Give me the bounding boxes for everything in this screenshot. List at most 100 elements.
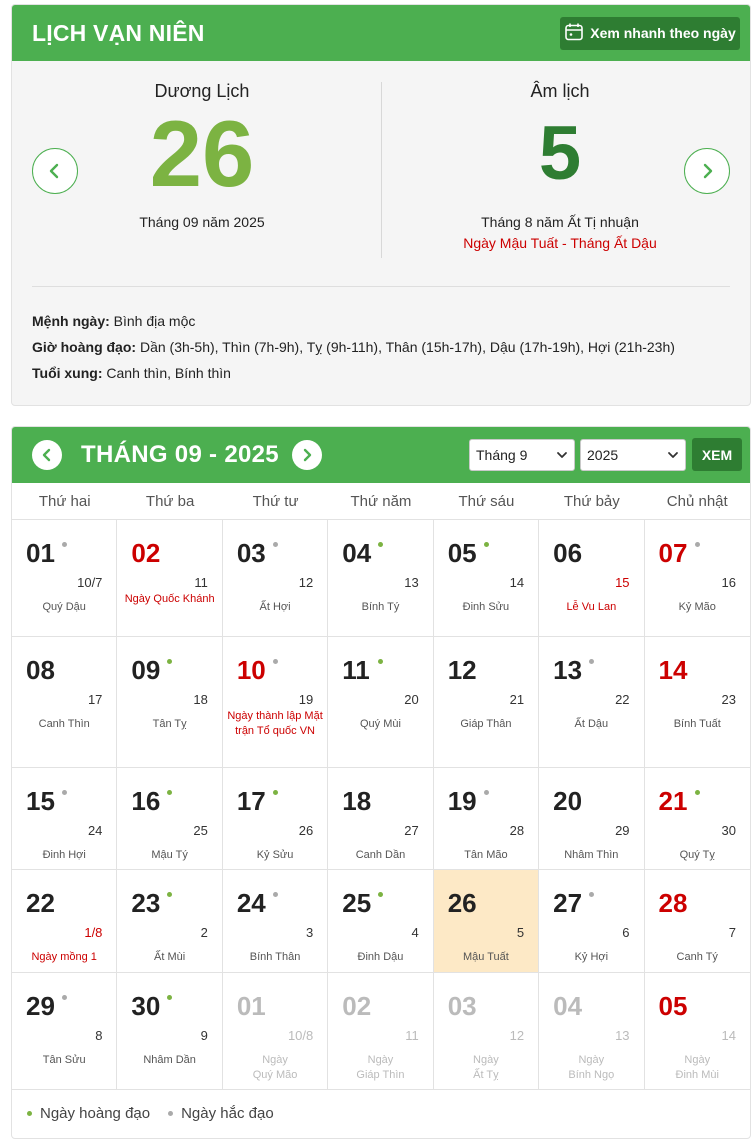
day-panel: Dương Lịch 26 Tháng 09 năm 2025 Âm lịch … [12,61,750,287]
lunar-day: 16 [721,575,736,590]
lunar-day: 15 [615,575,630,590]
calendar-day-cell[interactable]: 14 23 Bính Tuất [645,637,750,767]
menh-ngay-row: Mệnh ngày: Bình địa mộc [32,308,675,334]
good-day-dot-icon [167,892,173,897]
calendar-day-cell[interactable]: 30 9 Nhâm Dần [117,973,223,1089]
calendar-day-cell[interactable]: 12 21 Giáp Thân [434,637,540,767]
calendar-day-cell[interactable]: 18 27 Canh Dần [328,768,434,869]
legend-label: Ngày hoàng đạo [40,1104,151,1122]
solar-day: 02 [131,538,161,568]
calendar-day-cell[interactable]: 02 11 Ngày Quốc Khánh [117,520,223,636]
green-dot-icon [27,1110,32,1116]
calendar-day-cell[interactable]: 08 17 Canh Thìn [12,637,118,767]
calendar-day-cell[interactable]: 29 8 Tân Sửu [12,973,118,1089]
solar-day-number: 26 [149,101,255,206]
calendar-day-cell[interactable]: 10 19 Ngày thành lập Mặt trận Tổ quốc VN [223,637,329,767]
lunar-day: 9 [200,1028,208,1043]
calendar-day-cell[interactable]: 15 24 Đinh Hợi [12,768,118,869]
calendar-day-cell[interactable]: 01 10/7 Quý Dậu [12,520,118,636]
lunar-day: 11 [405,1028,419,1043]
next-month-button[interactable] [292,440,322,470]
previous-month-button[interactable] [32,440,62,470]
calendar-day-cell[interactable]: 22 1/8 Ngày mồng 1 [12,870,118,972]
chevron-down-icon [668,452,678,458]
calendar-day-cell[interactable]: 28 7 Canh Tý [645,870,750,972]
calendar-day-cell[interactable]: 07 16 Kỷ Mão [645,520,750,636]
lunar-day: 6 [622,925,630,940]
lunar-day: 26 [298,823,314,838]
calendar-day-cell[interactable]: 13 22 Ất Dậu [539,637,645,767]
lunar-day: 7 [728,925,736,940]
can-chi-label: Quý Mùi [359,718,401,730]
calendar-day-cell[interactable]: 01 10/8 Ngày Quý Mão [223,973,329,1089]
tuoi-xung-label: Tuổi xung: [32,365,103,381]
holiday-label: Lễ Vu Lan [566,601,617,613]
can-chi-label: Nhâm Thìn [564,849,619,861]
lunar-day: 28 [509,823,525,838]
lunar-day: 14 [509,575,525,590]
solar-day: 28 [658,888,688,918]
calendar-day-cell[interactable]: 23 2 Ất Mùi [117,870,223,972]
calendar-day-cell[interactable]: 20 29 Nhâm Thìn [539,768,645,869]
can-chi-label: Canh Thìn [38,718,90,730]
gray-dot-icon [168,1110,174,1116]
calendar-day-cell-today[interactable]: 26 5 Mậu Tuất [433,870,540,972]
calendar-day-cell[interactable]: 05 14 Đinh Sửu [434,520,540,636]
can-chi-label: Mậu Tý [151,849,188,861]
month-calendar: THÁNG 09 - 2025 Tháng 9 2025 XEM Thứ hai… [11,426,751,1139]
bad-day-dot-icon [589,659,595,664]
calendar-day-cell[interactable]: 04 13 Ngày Bính Ngọ [539,973,645,1089]
view-button[interactable]: XEM [692,438,742,471]
calendar-day-cell[interactable]: 25 4 Đinh Dậu [328,870,434,972]
weekday-label: Thứ năm [350,493,412,510]
solar-day: 05 [658,991,688,1021]
lunar-day: 13 [615,1028,630,1043]
can-chi-label: Mậu Tuất [462,951,509,963]
calendar-day-cell[interactable]: 24 3 Bính Thân [223,870,329,972]
solar-day: 19 [447,786,477,816]
lunar-day: 5 [516,925,525,940]
calendar-day-cell[interactable]: 02 11 Ngày Giáp Thìn [328,973,434,1089]
year-select-value: 2025 [587,447,619,463]
menh-ngay-label: Mệnh ngày: [32,313,110,329]
holiday-label: Ngày mồng 1 [31,951,97,963]
lunar-day-number: 5 [538,111,582,196]
lunar-day: 13 [404,575,419,590]
good-day-dot-icon [694,790,700,795]
calendar-day-cell[interactable]: 04 13 Bính Tý [328,520,434,636]
calendar-week-row: 29 8 Tân Sửu 30 9 Nhâm Dần 01 10/8 Ngày Quý Mão 0… [12,973,750,1090]
can-chi-label: Ngày Bính Ngọ [568,1054,615,1081]
calendar-day-cell[interactable]: 06 15 Lễ Vu Lan [539,520,645,636]
solar-day: 22 [26,888,55,918]
calendar-day-cell[interactable]: 27 6 Kỷ Hợi [539,870,645,972]
lunar-day: 1/8 [84,925,103,940]
next-day-button[interactable] [684,148,730,194]
month-select-value: Tháng 9 [476,447,528,463]
calendar-day-cell[interactable]: 03 12 Ất Hợi [223,520,329,636]
calendar-day-cell[interactable]: 21 30 Quý Tỵ [645,768,750,869]
calendar-icon [564,22,584,45]
can-chi-label: Đinh Hợi [42,849,86,861]
calendar-day-cell[interactable]: 05 14 Ngày Đinh Mùi [645,973,750,1089]
solar-day: 15 [26,786,55,816]
calendar-day-cell[interactable]: 03 12 Ngày Ất Tỵ [434,973,540,1089]
previous-day-button[interactable] [32,148,78,194]
calendar-day-cell[interactable]: 16 25 Mậu Tý [117,768,223,869]
solar-day: 17 [236,786,266,816]
solar-month-year: Tháng 09 năm 2025 [139,214,265,230]
bad-day-dot-icon [272,542,278,547]
solar-day: 09 [131,655,161,685]
solar-day: 02 [342,991,372,1021]
calendar-day-cell[interactable]: 09 18 Tân Tỵ [117,637,223,767]
calendar-day-cell[interactable]: 19 28 Tân Mão [434,768,540,869]
day-detail-panel: LỊCH VẠN NIÊN Xem nhanh theo ngày Dương … [11,4,751,406]
menh-ngay-value: Bình địa mộc [113,313,196,329]
month-select[interactable]: Tháng 9 [469,439,575,471]
calendar-header: THÁNG 09 - 2025 Tháng 9 2025 XEM [12,427,750,483]
quick-view-button[interactable]: Xem nhanh theo ngày [560,16,740,50]
calendar-day-cell[interactable]: 11 20 Quý Mùi [328,637,434,767]
year-select[interactable]: 2025 [580,439,686,471]
good-day-dot-icon [378,542,384,547]
good-day-dot-icon [483,542,489,547]
calendar-day-cell[interactable]: 17 26 Kỷ Sửu [223,768,329,869]
